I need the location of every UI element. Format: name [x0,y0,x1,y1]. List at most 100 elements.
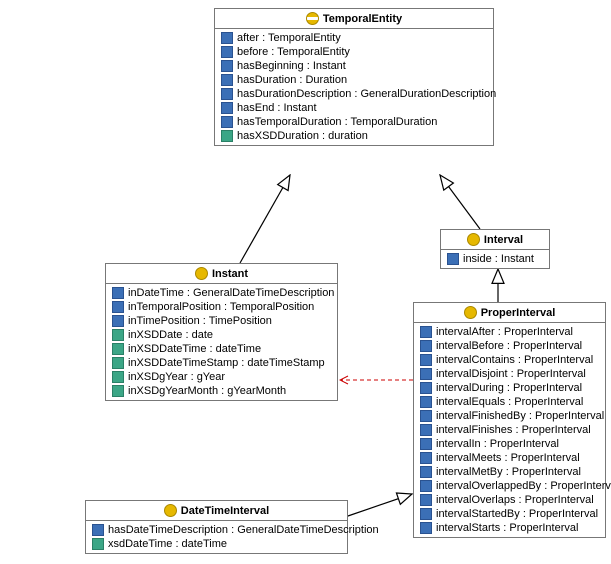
class-icon [467,233,480,246]
property-label: inXSDDateTimeStamp : dateTimeStamp [128,357,325,369]
class-title-text: TemporalEntity [323,13,402,25]
property-row: inDateTime : GeneralDateTimeDescription [110,286,333,300]
property-row: intervalIn : ProperInterval [418,437,601,451]
object-property-icon [92,524,104,536]
property-label: intervalContains : ProperInterval [436,354,593,366]
object-property-icon [221,60,233,72]
class-date-time-interval: DateTimeInterval hasDateTimeDescription … [85,500,348,554]
class-title: DateTimeInterval [86,501,347,521]
class-instant: Instant inDateTime : GeneralDateTimeDesc… [105,263,338,401]
property-label: intervalIn : ProperInterval [436,438,559,450]
property-label: intervalOverlappedBy : ProperInterval [436,480,611,492]
property-row: inXSDgYear : gYear [110,370,333,384]
property-label: inTimePosition : TimePosition [128,315,272,327]
property-label: hasDuration : Duration [237,74,347,86]
property-label: intervalOverlaps : ProperInterval [436,494,594,506]
property-row: intervalMetBy : ProperInterval [418,465,601,479]
property-row: before : TemporalEntity [219,45,489,59]
class-body: hasDateTimeDescription : GeneralDateTime… [86,521,347,553]
property-row: intervalFinishedBy : ProperInterval [418,409,601,423]
property-row: hasXSDDuration : duration [219,129,489,143]
property-row: hasDuration : Duration [219,73,489,87]
property-label: intervalDisjoint : ProperInterval [436,368,586,380]
property-row: intervalStarts : ProperInterval [418,521,601,535]
property-row: xsdDateTime : dateTime [90,537,343,551]
class-body: inDateTime : GeneralDateTimeDescription i… [106,284,337,400]
property-label: hasDurationDescription : GeneralDuration… [237,88,496,100]
property-row: hasEnd : Instant [219,101,489,115]
datatype-property-icon [112,343,124,355]
property-label: intervalStartedBy : ProperInterval [436,508,598,520]
property-row: intervalBefore : ProperInterval [418,339,601,353]
object-property-icon [420,326,432,338]
property-label: intervalFinishedBy : ProperInterval [436,410,604,422]
object-property-icon [221,88,233,100]
datatype-property-icon [112,357,124,369]
class-title: Interval [441,230,549,250]
class-title: TemporalEntity [215,9,493,29]
object-property-icon [420,480,432,492]
property-label: intervalMeets : ProperInterval [436,452,580,464]
object-property-icon [221,116,233,128]
property-row: intervalDisjoint : ProperInterval [418,367,601,381]
object-property-icon [221,32,233,44]
property-label: intervalStarts : ProperInterval [436,522,578,534]
class-title: Instant [106,264,337,284]
property-label: inXSDgYearMonth : gYearMonth [128,385,286,397]
property-row: intervalFinishes : ProperInterval [418,423,601,437]
object-property-icon [420,522,432,534]
class-body: intervalAfter : ProperIntervalintervalBe… [414,323,605,537]
object-property-icon [420,452,432,464]
property-row: inTimePosition : TimePosition [110,314,333,328]
object-property-icon [420,438,432,450]
property-row: intervalStartedBy : ProperInterval [418,507,601,521]
property-row: inXSDDate : date [110,328,333,342]
property-label: inXSDDate : date [128,329,213,341]
property-row: hasDateTimeDescription : GeneralDateTime… [90,523,343,537]
property-label: inside : Instant [463,253,534,265]
datatype-property-icon [92,538,104,550]
object-property-icon [420,424,432,436]
property-label: intervalDuring : ProperInterval [436,382,582,394]
property-label: hasTemporalDuration : TemporalDuration [237,116,437,128]
object-property-icon [420,466,432,478]
property-label: intervalBefore : ProperInterval [436,340,582,352]
property-row: inXSDDateTime : dateTime [110,342,333,356]
property-row: hasBeginning : Instant [219,59,489,73]
object-property-icon [420,508,432,520]
property-row: after : TemporalEntity [219,31,489,45]
class-icon [195,267,208,280]
property-row: inXSDgYearMonth : gYearMonth [110,384,333,398]
object-property-icon [420,368,432,380]
class-body: after : TemporalEntitybefore : TemporalE… [215,29,493,145]
property-label: intervalMetBy : ProperInterval [436,466,581,478]
object-property-icon [112,287,124,299]
class-icon [464,306,477,319]
object-property-icon [420,396,432,408]
datatype-property-icon [221,130,233,142]
property-row: inTemporalPosition : TemporalPosition [110,300,333,314]
class-body: inside : Instant [441,250,549,268]
datatype-property-icon [112,371,124,383]
property-label: inDateTime : GeneralDateTimeDescription [128,287,334,299]
property-label: inTemporalPosition : TemporalPosition [128,301,314,313]
class-title-text: DateTimeInterval [181,505,269,517]
class-proper-interval: ProperInterval intervalAfter : ProperInt… [413,302,606,538]
property-label: xsdDateTime : dateTime [108,538,227,550]
property-row: inside : Instant [445,252,545,266]
object-property-icon [112,301,124,313]
object-property-icon [221,102,233,114]
property-row: hasTemporalDuration : TemporalDuration [219,115,489,129]
property-row: intervalMeets : ProperInterval [418,451,601,465]
object-property-icon [420,382,432,394]
property-label: inXSDgYear : gYear [128,371,225,383]
class-icon [164,504,177,517]
property-row: intervalOverlaps : ProperInterval [418,493,601,507]
property-row: intervalAfter : ProperInterval [418,325,601,339]
class-title: ProperInterval [414,303,605,323]
property-label: inXSDDateTime : dateTime [128,343,261,355]
object-property-icon [221,46,233,58]
object-property-icon [447,253,459,265]
property-label: after : TemporalEntity [237,32,341,44]
datatype-property-icon [112,385,124,397]
